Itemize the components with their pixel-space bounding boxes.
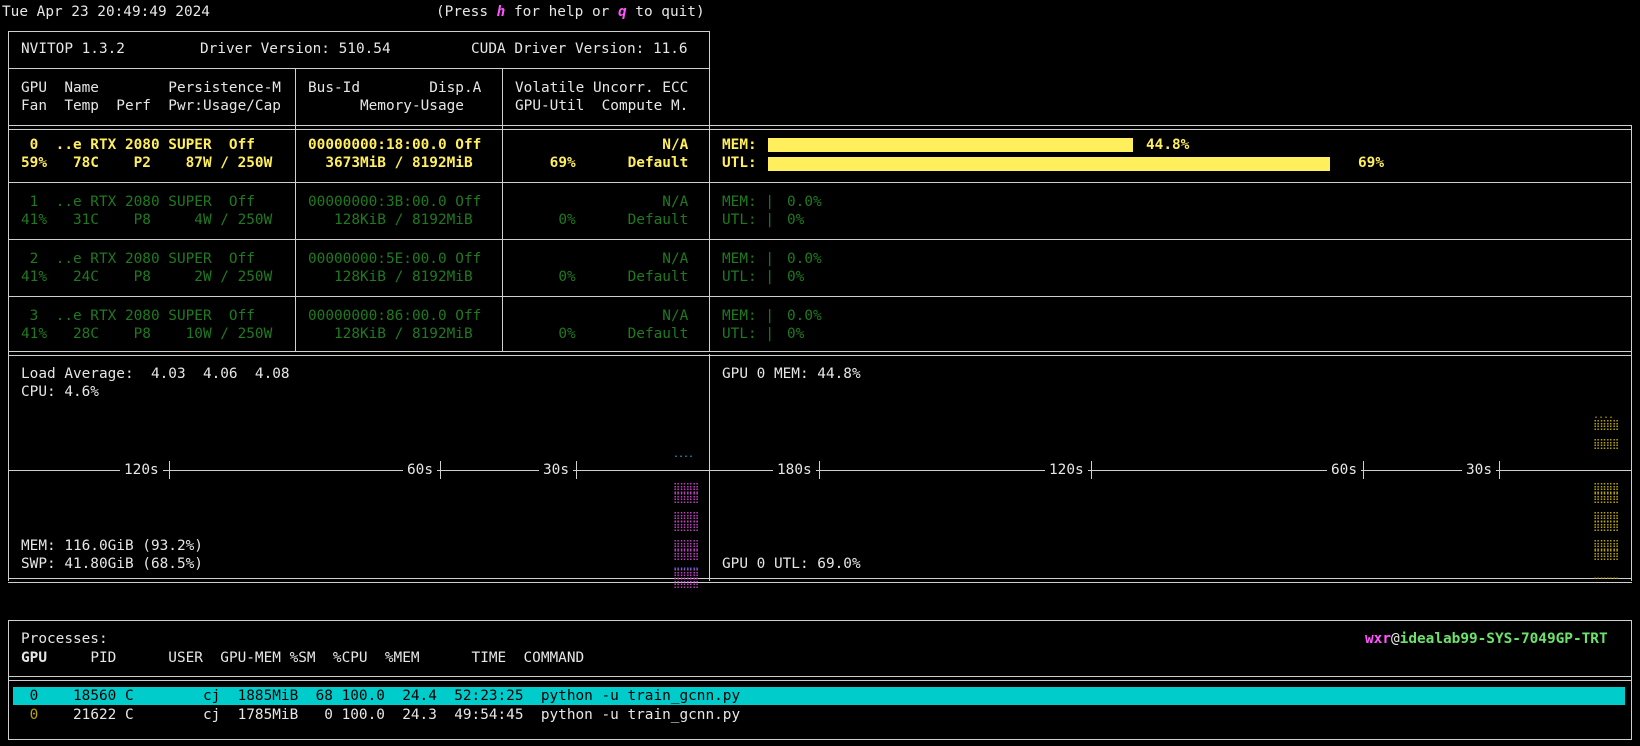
gpu-status-cell: 41% 28C P8 10W / 250W (21, 326, 273, 342)
mem-history-dots: ⣿⣿⣿⣿ ⣿⣿⣿⣿ ⣿⣿⣿⣿ ⣿⣿⣿⣿ ⣿⣿⣿⣿ ⣿⣿⣿⣿ ⣿⣿⣿⣿ ⣿⣿⣿⣿ (673, 483, 699, 589)
gpu-util-compute: 69% Default (515, 155, 689, 171)
gpu-name-cell: 3 ..e RTX 2080 SUPER Off (21, 308, 255, 324)
gpu-ecc: N/A (515, 308, 689, 324)
swap-history-dots: ⣀⣀⣀⣀ (673, 559, 699, 570)
mem-label: MEM: | (722, 251, 774, 267)
quit-key[interactable]: q (618, 4, 627, 20)
gpu-status-cell: 59% 78C P2 87W / 250W (21, 155, 273, 171)
mem-percent: 0.0% (787, 308, 822, 324)
gpu-util-compute: 0% Default (515, 269, 689, 285)
column-header: GPU Name Persistence-M (21, 80, 281, 96)
username: wxr (1365, 631, 1391, 647)
timeline-tick: 120s (120, 461, 163, 479)
mem-label: MEM: | (722, 194, 774, 210)
gpu-bus-id: 00000000:86:00.0 Off (308, 308, 482, 324)
gpu-memory-usage: 3673MiB / 8192MiB (308, 155, 473, 171)
gpu-name-cell: 0 ..e RTX 2080 SUPER Off (21, 137, 255, 153)
gpu-bus-id: 00000000:18:00.0 Off (308, 137, 482, 153)
timeline-tick: 30s (539, 461, 573, 479)
timeline-tick: 120s (1045, 461, 1088, 479)
timestamp: Tue Apr 23 20:49:49 2024 (2, 4, 210, 20)
gpu-bus-id: 00000000:5E:00.0 Off (308, 251, 482, 267)
gpu-mem-history-dots: .... ⣿⣿⣿⣿ ⣿⣿⣿⣿ (1593, 410, 1619, 450)
column-header: Bus-Id Disp.A (308, 80, 482, 96)
process-gpu-index: 0 (29, 688, 39, 704)
gpu-memory-usage: 128KiB / 8192MiB (308, 326, 473, 342)
gpu-util-compute: 0% Default (515, 212, 689, 228)
column-header: Fan Temp Perf Pwr:Usage/Cap (21, 98, 281, 114)
app-version: NVITOP 1.3.2 (21, 41, 125, 57)
mem-percent: 44.8% (1146, 137, 1190, 153)
process-details: 18560 C cj 1885MiB 68 100.0 24.4 52:23:2… (47, 688, 741, 704)
cpu-history-dots: .... (673, 449, 694, 460)
user-host: wxr@idealab99-SYS-7049GP-TRT (1365, 630, 1608, 648)
process-table-header: GPU PID USER GPU-MEM %SM %CPU %MEM TIME … (21, 649, 584, 667)
column-header: Volatile Uncorr. ECC (515, 80, 689, 96)
cpu-usage: CPU: 4.6% (21, 384, 99, 400)
gpu-mem-history-label: GPU 0 MEM: 44.8% (722, 366, 861, 382)
load-average: Load Average: 4.03 4.06 4.08 (21, 366, 290, 382)
utl-label: UTL: | (722, 212, 774, 228)
gpu-ecc: N/A (515, 137, 689, 153)
mem-percent: 0.0% (787, 251, 822, 267)
gpu-name-cell: 1 ..e RTX 2080 SUPER Off (21, 194, 255, 210)
utl-percent: 0% (787, 212, 805, 228)
driver-version: Driver Version: 510.54 (200, 41, 391, 57)
timeline-tick: 60s (403, 461, 437, 479)
column-header: Memory-Usage (308, 98, 464, 114)
utl-label: UTL: | (722, 269, 774, 285)
utl-percent: 0% (787, 269, 805, 285)
timeline-tick: 180s (773, 461, 816, 479)
header-columns: PID USER GPU-MEM %SM %CPU %MEM TIME COMM… (47, 650, 585, 666)
gpu-status-cell: 41% 24C P8 2W / 250W (21, 269, 273, 285)
process-details: 21622 C cj 1785MiB 0 100.0 24.3 49:54:45… (47, 707, 741, 723)
mem-percent: 0.0% (787, 194, 822, 210)
utl-label: UTL: | (722, 326, 774, 342)
processes-title: Processes: (21, 631, 108, 647)
gpu-bus-id: 00000000:3B:00.0 Off (308, 194, 482, 210)
gpu-memory-usage: 128KiB / 8192MiB (308, 212, 473, 228)
timeline-tick: 30s (1462, 461, 1496, 479)
gpu-ecc: N/A (515, 194, 689, 210)
host-memory: MEM: 116.0GiB (93.2%) (21, 538, 203, 554)
at-sign: @ (1391, 631, 1400, 647)
gpu-util-compute: 0% Default (515, 326, 689, 342)
gpu-name-cell: 2 ..e RTX 2080 SUPER Off (21, 251, 255, 267)
help-hint-suffix: to quit) (626, 4, 705, 20)
gpu-memory-usage: 128KiB / 8192MiB (308, 269, 473, 285)
process-row[interactable]: 0 18560 C cj 1885MiB 68 100.0 24.4 52:23… (21, 687, 740, 705)
help-hint-prefix: (Press (436, 4, 497, 20)
help-hint-mid: for help or (505, 4, 618, 20)
gpu-ecc: N/A (515, 251, 689, 267)
utl-percent: 0% (787, 326, 805, 342)
mem-label: MEM: (722, 137, 757, 153)
gpu-utl-history-dots: ⣿⣿⣿⣿ ⣿⣿⣿⣿ ⣿⣿⣿⣿ ⣿⣿⣿⣿ ⣿⣿⣿⣿ ⣿⣿⣿⣿ ⣀⣀⣀⣀ (1593, 483, 1619, 580)
hostname: idealab99-SYS-7049GP-TRT (1399, 631, 1608, 647)
utl-usage-bar (768, 157, 1330, 171)
header-gpu: GPU (21, 650, 47, 666)
process-gpu-index: 0 (29, 707, 39, 723)
utl-label: UTL: (722, 155, 757, 171)
host-swap: SWP: 41.80GiB (68.5%) (21, 556, 203, 572)
gpu-status-cell: 41% 31C P8 4W / 250W (21, 212, 273, 228)
column-header: GPU-Util Compute M. (515, 98, 689, 114)
mem-usage-bar (768, 138, 1133, 152)
process-row[interactable]: 0 21622 C cj 1785MiB 0 100.0 24.3 49:54:… (21, 706, 740, 724)
help-hint: (Press h for help or q to quit) (436, 3, 705, 21)
gpu-utl-history-label: GPU 0 UTL: 69.0% (722, 556, 861, 572)
utl-percent: 69% (1358, 155, 1384, 171)
mem-label: MEM: | (722, 308, 774, 324)
cuda-version: CUDA Driver Version: 11.6 (471, 41, 688, 57)
timeline-tick: 60s (1327, 461, 1361, 479)
